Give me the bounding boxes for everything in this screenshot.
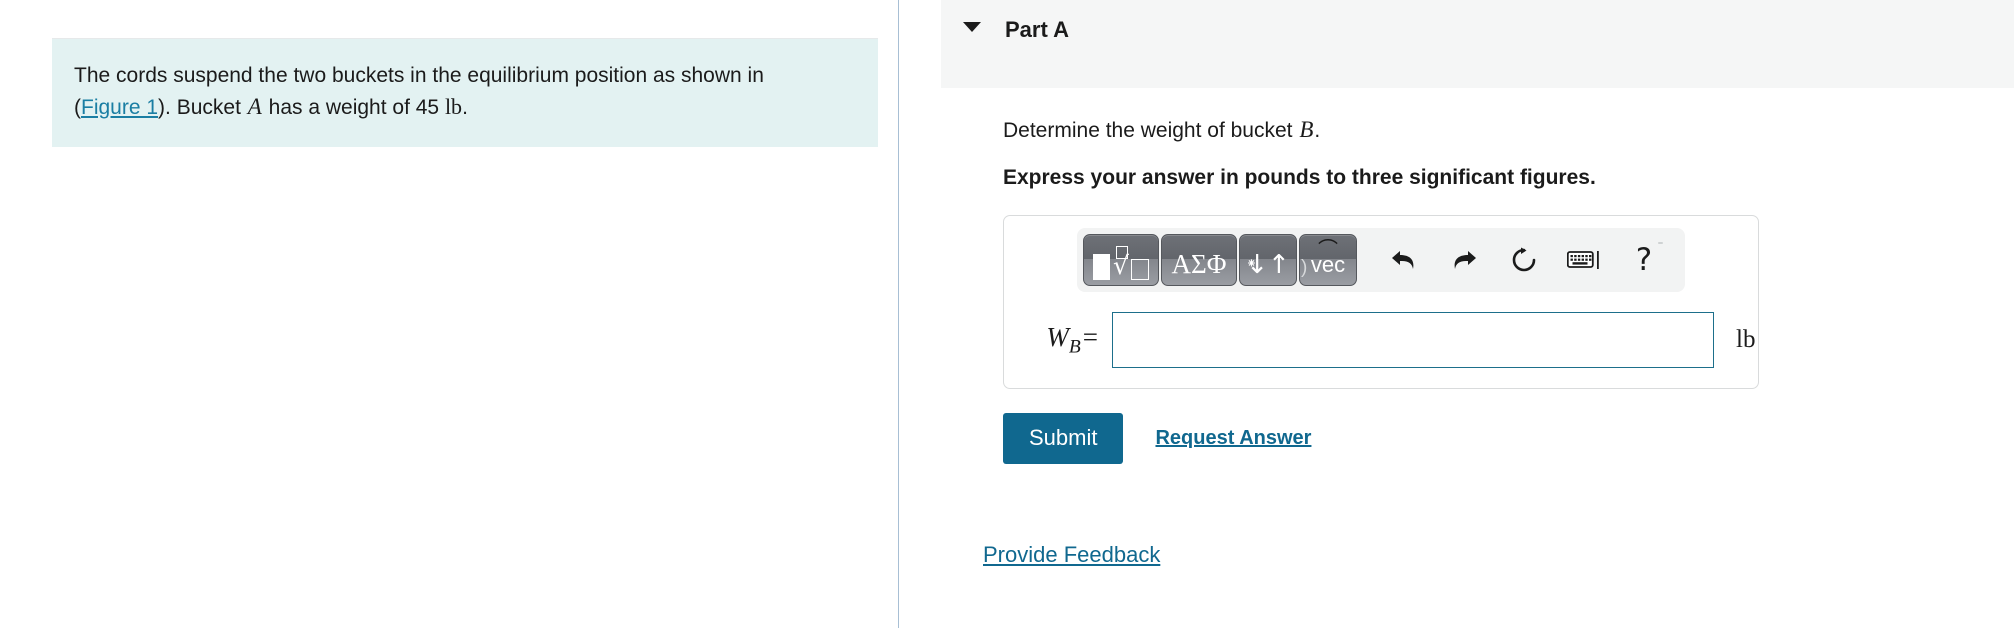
provide-feedback-link[interactable]: Provide Feedback (983, 542, 1160, 568)
answer-label-equals: = (1082, 321, 1098, 352)
redo-arrow-icon (1454, 251, 1476, 270)
math-template-icon: √ (1093, 246, 1149, 281)
answer-pane: Part A Determine the weight of bucket B.… (899, 0, 2014, 628)
statement-open-paren: ( (74, 95, 81, 119)
answer-actions: Submit Request Answer (1003, 413, 2014, 465)
template-palette-button[interactable]: √ (1083, 234, 1159, 287)
question-prompt-prefix: Determine the weight of bucket (1003, 119, 1299, 142)
greek-palette-button[interactable]: ΑΣΦ (1161, 234, 1237, 287)
answer-variable-label: WB= (1016, 322, 1112, 358)
reset-button[interactable] (1501, 237, 1547, 283)
part-a-collapse-toggle[interactable] (959, 18, 985, 32)
statement-period: . (462, 95, 468, 119)
vector-palette-button[interactable]: ⌒ ) vec (1299, 234, 1357, 287)
undo-button[interactable] (1381, 237, 1427, 283)
answer-input[interactable] (1112, 312, 1714, 369)
undo-arrow-icon (1392, 251, 1414, 270)
answer-entry-card: √ ΑΣΦ ⁕ ↓↑ ⌒ ) vec ? WB= lb (1003, 215, 1759, 390)
question-prompt-suffix: . (1314, 119, 1321, 142)
answer-input-row: WB= lb (1004, 312, 1758, 369)
greek-letters-icon: ΑΣΦ (1171, 248, 1227, 279)
circular-reset-arrow-icon (1512, 247, 1536, 272)
request-answer-link[interactable]: Request Answer (1155, 427, 1311, 450)
answer-unit-label: lb (1736, 326, 1756, 354)
vector-paren-icon: ) (1301, 257, 1308, 279)
figure-1-link[interactable]: Figure 1 (81, 96, 158, 119)
help-button[interactable]: ? (1621, 237, 1667, 283)
statement-line-2b: has a weight of 45 (262, 95, 445, 119)
arrows-palette-button[interactable]: ⁕ ↓↑ (1239, 234, 1297, 287)
statement-line-2a: ). Bucket (158, 95, 247, 119)
statement-line-1: The cords suspend the two buckets in the… (74, 64, 764, 87)
part-a-body: Determine the weight of bucket B. Expres… (941, 88, 2014, 628)
problem-statement-box: The cords suspend the two buckets in the… (52, 39, 878, 148)
answer-format-instruction: Express your answer in pounds to three s… (1003, 165, 1596, 189)
statement-wrapper: The cords suspend the two buckets in the… (52, 38, 878, 148)
problem-statement-pane: The cords suspend the two buckets in the… (0, 0, 898, 628)
keyboard-button[interactable] (1561, 237, 1607, 283)
answer-label-sub: B (1068, 336, 1081, 358)
part-a-header[interactable]: Part A (941, 0, 2014, 88)
answer-label-var: W (1046, 321, 1069, 352)
keyboard-icon (1567, 251, 1599, 270)
question-prompt: Determine the weight of bucket B. (1003, 115, 2014, 145)
page-root: The cords suspend the two buckets in the… (0, 0, 2014, 628)
submit-button[interactable]: Submit (1003, 413, 1124, 465)
math-input-toolbar: √ ΑΣΦ ⁕ ↓↑ ⌒ ) vec ? (1077, 228, 1685, 293)
statement-unit-lb: lb (444, 93, 463, 119)
part-a-title: Part A (1005, 17, 1069, 42)
caret-down-icon (963, 22, 981, 32)
vector-icon: vec (1310, 252, 1346, 278)
bucket-a-variable: A (247, 93, 262, 119)
problem-statement-text: The cords suspend the two buckets in the… (74, 61, 856, 123)
redo-button[interactable] (1441, 237, 1487, 283)
bucket-b-variable: B (1299, 117, 1314, 142)
up-down-arrows-icon: ↓↑ (1246, 250, 1290, 281)
